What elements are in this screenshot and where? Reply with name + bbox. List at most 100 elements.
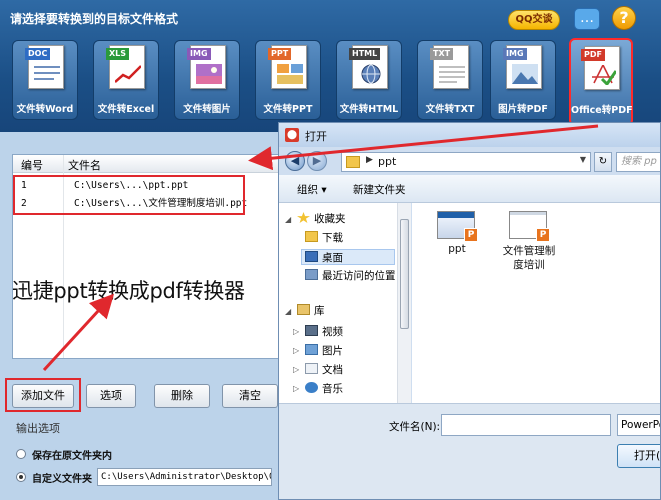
filename-input[interactable] [441, 414, 611, 436]
dialog-toolbar: 组织 ▾ 新建文件夹 [279, 175, 660, 203]
star-icon [297, 212, 310, 223]
open-file-dialog: ⬤ 打开 ◀ ▶ ▶ ppt ▼ ↻ 搜索 pp 组织 ▾ 新建文件夹 ◢ 收藏… [278, 122, 661, 500]
dialog-title: 打开 [305, 130, 327, 143]
convert-label: 文件转TXT [425, 104, 475, 115]
convert-label: Office转PDF [571, 105, 633, 116]
file-view: P ppt P 文件管理制 度培训 [412, 203, 660, 403]
qq-chat-button[interactable]: QQ交谈 [508, 10, 560, 30]
music-library-icon [305, 382, 318, 393]
pdf-app-icon: ⬤ [285, 128, 299, 142]
convert-label: 图片转PDF [498, 104, 548, 115]
options-button[interactable]: 选项 [86, 384, 136, 408]
custom-folder-radio[interactable] [16, 472, 26, 482]
convert-to-excel-button[interactable]: XLS 文件转Excel [93, 40, 159, 120]
convert-to-html-button[interactable]: HTML 文件转HTML [336, 40, 402, 120]
excel-file-icon: XLS [106, 45, 145, 89]
convert-label: 文件转Excel [97, 104, 155, 115]
refresh-icon[interactable]: ↻ [594, 152, 612, 172]
ppt-file-icon: PPT [268, 45, 307, 89]
file-rows-highlight-box [13, 175, 245, 215]
nav-music[interactable]: 音乐 [305, 381, 343, 397]
nav-libraries[interactable]: 库 [297, 303, 325, 319]
file-name-label[interactable]: 文件管理制 [496, 243, 562, 258]
address-bar[interactable]: ▶ ppt ▼ [341, 152, 591, 172]
dialog-titlebar: ⬤ 打开 [279, 123, 660, 147]
recent-places-icon [305, 269, 318, 280]
keep-original-label: 保存在原文件夹内 [32, 451, 112, 462]
word-file-icon: DOC [25, 45, 64, 89]
desktop-icon [305, 251, 318, 262]
image-file-icon: IMG [187, 45, 226, 89]
image-file-icon: IMG [503, 45, 542, 89]
filename-label: 文件名(N): [389, 421, 441, 433]
delete-button[interactable]: 删除 [154, 384, 210, 408]
address-row: ◀ ▶ ▶ ppt ▼ ↻ 搜索 pp [279, 149, 660, 175]
nav-desktop[interactable]: 桌面 [301, 249, 395, 265]
nav-pictures[interactable]: 图片 [305, 343, 343, 359]
nav-documents[interactable]: 文档 [305, 362, 343, 378]
chevron-down-icon[interactable]: ▼ [580, 155, 586, 164]
expand-triangle-icon[interactable]: ▷ [293, 384, 299, 393]
custom-folder-label: 自定义文件夹 [32, 474, 92, 485]
pictures-library-icon [305, 344, 318, 355]
expand-triangle-icon[interactable]: ▷ [293, 327, 299, 336]
nav-scrollbar[interactable] [397, 203, 411, 403]
documents-library-icon [305, 363, 318, 374]
office-to-pdf-button[interactable]: PDF Office转PDF [569, 38, 633, 126]
video-library-icon [305, 325, 318, 336]
navigation-pane: ◢ 收藏夹 下载 桌面 最近访问的位置 ◢ 库 ▷ 视频 ▷ 图片 ▷ 文档 ▷… [279, 203, 411, 403]
convert-to-word-button[interactable]: DOC 文件转Word [12, 40, 78, 120]
convert-label: 文件转Word [16, 104, 74, 115]
add-file-highlight-box [5, 378, 81, 412]
file-list-header: 编号 文件名 [13, 155, 286, 173]
clear-button[interactable]: 清空 [222, 384, 278, 408]
search-input[interactable]: 搜索 pp [616, 152, 660, 172]
forward-icon[interactable]: ▶ [307, 151, 327, 171]
file-name-label[interactable]: 度培训 [496, 257, 562, 272]
organize-menu[interactable]: 组织 ▾ [297, 182, 327, 197]
help-icon[interactable]: ? [612, 6, 636, 30]
expand-triangle-icon[interactable]: ▷ [293, 365, 299, 374]
nav-downloads[interactable]: 下载 [305, 230, 343, 246]
html-file-icon: HTML [349, 45, 388, 89]
folder-icon [346, 156, 360, 168]
convert-label: 文件转图片 [183, 104, 231, 115]
expand-triangle-icon[interactable]: ◢ [285, 307, 291, 316]
pdf-file-icon: PDF [581, 46, 620, 90]
back-icon[interactable]: ◀ [285, 151, 305, 171]
custom-folder-path-input[interactable]: C:\Users\Administrator\Desktop\00 [97, 468, 272, 486]
new-folder-button[interactable]: 新建文件夹 [353, 182, 406, 197]
promo-caption: 迅捷ppt转换成pdf转换器 [12, 279, 245, 303]
keep-original-radio[interactable] [16, 449, 26, 459]
convert-label: 文件转HTML [339, 104, 399, 115]
convert-to-image-button[interactable]: IMG 文件转图片 [174, 40, 240, 120]
expand-triangle-icon[interactable]: ◢ [285, 215, 291, 224]
column-header-number: 编号 [21, 159, 43, 172]
open-button[interactable]: 打开( [617, 444, 660, 468]
nav-videos[interactable]: 视频 [305, 324, 343, 340]
dialog-footer: 文件名(N): PowerPo 打开( [279, 403, 660, 499]
convert-to-txt-button[interactable]: TXT 文件转TXT [417, 40, 483, 120]
convert-label: 文件转PPT [263, 104, 313, 115]
scrollbar-thumb[interactable] [400, 219, 409, 329]
app-window: 请选择要转换到的目标文件格式 QQ交谈 … ? DOC 文件转Word XLS … [0, 0, 661, 500]
breadcrumb[interactable]: ppt [378, 155, 396, 168]
chat-bubble-icon[interactable]: … [574, 8, 600, 30]
txt-file-icon: TXT [430, 45, 469, 89]
nav-recent-places[interactable]: 最近访问的位置 [305, 268, 396, 284]
convert-to-ppt-button[interactable]: PPT 文件转PPT [255, 40, 321, 120]
ppt-file-thumbnail-icon[interactable]: P [437, 211, 478, 242]
ppt-file-thumbnail-icon[interactable]: P [509, 211, 550, 242]
output-options-title: 输出选项 [16, 422, 60, 435]
download-folder-icon [305, 231, 318, 242]
column-header-filename: 文件名 [68, 159, 101, 172]
format-toolbar: 请选择要转换到的目标文件格式 QQ交谈 … ? DOC 文件转Word XLS … [0, 0, 661, 132]
expand-triangle-icon[interactable]: ▷ [293, 346, 299, 355]
file-name-label[interactable]: ppt [432, 243, 482, 255]
toolbar-title: 请选择要转换到的目标文件格式 [10, 12, 179, 26]
filetype-select[interactable]: PowerPo [617, 414, 660, 436]
breadcrumb-separator-icon[interactable]: ▶ [366, 155, 373, 165]
nav-favorites[interactable]: 收藏夹 [297, 211, 346, 227]
image-to-pdf-button[interactable]: IMG 图片转PDF [490, 40, 556, 120]
library-icon [297, 304, 310, 315]
